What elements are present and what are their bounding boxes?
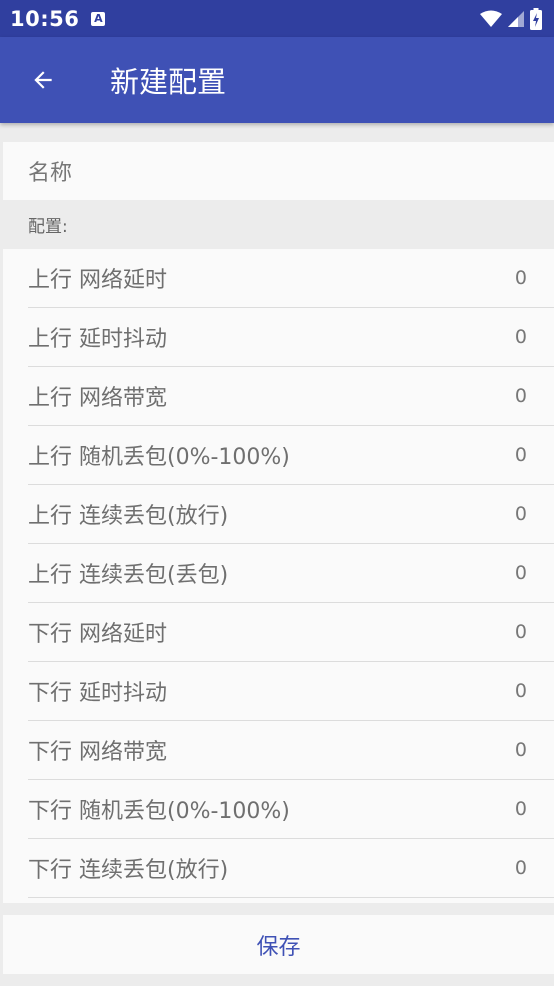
config-row-value: 0 bbox=[514, 562, 527, 584]
config-row-value: 0 bbox=[514, 267, 527, 289]
config-row-value: 0 bbox=[514, 739, 527, 761]
arrow-back-icon bbox=[34, 71, 52, 89]
config-row-value: 0 bbox=[514, 680, 527, 702]
config-row-label: 上行 连续丢包(丢包) bbox=[28, 563, 229, 588]
config-row-uplink-random-loss[interactable]: 上行 随机丢包(0%-100%) 0 bbox=[28, 426, 554, 485]
config-row-label: 上行 网络延时 bbox=[28, 268, 167, 293]
save-button[interactable]: 保存 bbox=[236, 921, 320, 969]
config-row-label: 下行 随机丢包(0%-100%) bbox=[28, 799, 290, 824]
section-header: 配置: bbox=[3, 200, 554, 249]
signal-icon bbox=[508, 10, 524, 27]
name-field[interactable]: 名称 bbox=[3, 142, 554, 200]
config-row-uplink-bandwidth[interactable]: 上行 网络带宽 0 bbox=[28, 367, 554, 426]
config-row-label: 上行 连续丢包(放行) bbox=[28, 504, 229, 529]
status-time: 10:56 bbox=[10, 6, 80, 31]
config-row-label: 上行 网络带宽 bbox=[28, 386, 167, 411]
config-row-value: 0 bbox=[514, 621, 527, 643]
config-row-label: 上行 随机丢包(0%-100%) bbox=[28, 445, 290, 470]
app-bar: 新建配置 bbox=[0, 37, 554, 123]
config-row-label: 上行 延时抖动 bbox=[28, 327, 167, 352]
config-row-value: 0 bbox=[514, 798, 527, 820]
config-row-value: 0 bbox=[514, 326, 527, 348]
name-field-label: 名称 bbox=[28, 161, 73, 186]
status-icons bbox=[480, 7, 542, 30]
config-row-label: 下行 网络延时 bbox=[28, 622, 167, 647]
app-notification-icon: A bbox=[91, 11, 106, 26]
config-row-downlink-random-loss[interactable]: 下行 随机丢包(0%-100%) 0 bbox=[28, 780, 554, 839]
config-row-downlink-jitter[interactable]: 下行 延时抖动 0 bbox=[28, 662, 554, 721]
config-row-value: 0 bbox=[514, 857, 527, 879]
config-row-value: 0 bbox=[514, 503, 527, 525]
wifi-icon bbox=[480, 10, 502, 27]
config-row-uplink-burst-pass[interactable]: 上行 连续丢包(放行) 0 bbox=[28, 485, 554, 544]
config-row-uplink-delay[interactable]: 上行 网络延时 0 bbox=[28, 249, 554, 308]
save-bar: 保存 bbox=[3, 915, 554, 974]
section-header-label: 配置: bbox=[28, 217, 68, 237]
config-row-downlink-bandwidth[interactable]: 下行 网络带宽 0 bbox=[28, 721, 554, 780]
config-list: 上行 网络延时 0 上行 延时抖动 0 上行 网络带宽 0 上行 随机丢包(0%… bbox=[3, 249, 554, 903]
status-bar: 10:56 A bbox=[0, 0, 554, 37]
page-title: 新建配置 bbox=[110, 65, 227, 99]
config-row-label: 下行 网络带宽 bbox=[28, 740, 167, 765]
config-row-uplink-jitter[interactable]: 上行 延时抖动 0 bbox=[28, 308, 554, 367]
config-row-value: 0 bbox=[514, 385, 527, 407]
battery-icon bbox=[530, 7, 542, 30]
config-row-label: 下行 连续丢包(放行) bbox=[28, 858, 229, 883]
config-row-value: 0 bbox=[514, 444, 527, 466]
config-row-downlink-burst-pass[interactable]: 下行 连续丢包(放行) 0 bbox=[28, 839, 554, 898]
config-row-label: 下行 延时抖动 bbox=[28, 681, 167, 706]
config-row-uplink-burst-drop[interactable]: 上行 连续丢包(丢包) 0 bbox=[28, 544, 554, 603]
config-row-downlink-delay[interactable]: 下行 网络延时 0 bbox=[28, 603, 554, 662]
back-button[interactable] bbox=[23, 60, 63, 100]
